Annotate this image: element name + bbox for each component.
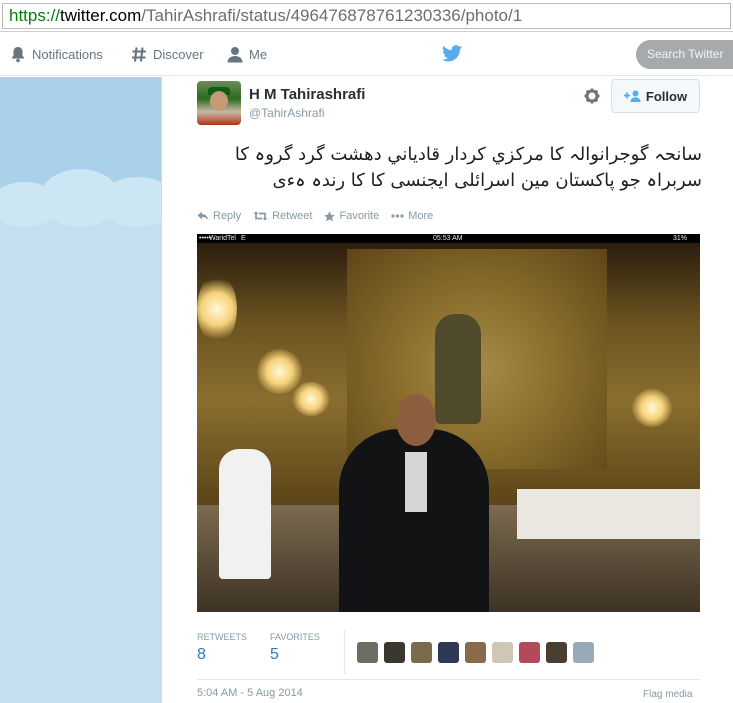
url-field[interactable]: https://twitter.com/TahirAshrafi/status/… [2,3,731,29]
tweet-timestamp[interactable]: 5:04 AM - 5 Aug 2014 [197,687,303,699]
stats-divider [344,630,345,674]
follow-label: Follow [645,88,688,104]
photo-man-head [396,394,436,446]
retweets-label: RETWEETS [197,632,248,642]
bell-icon [11,47,25,63]
retweets-stat[interactable]: RETWEETS 8 [197,632,247,664]
more-label: More [408,210,434,222]
hashtag-icon [132,47,146,62]
favoriter-avatar[interactable] [384,642,405,663]
user-icon [227,47,243,63]
tweet-text: سانحہ گوجرانوالہ کا مرکزي کردار قادياني … [234,144,702,191]
more-button[interactable]: More [391,208,433,224]
photo-chandelier [197,274,237,344]
nav-notifications[interactable]: Notifications [10,33,103,76]
url-host: twitter.com [60,6,142,25]
retweet-icon [253,211,268,221]
photo-mosaic-figure [435,314,481,424]
photo-waiter [219,449,271,579]
author-username[interactable]: @TahirAshrafi [249,106,325,120]
flag-media-link[interactable]: Flag media [643,689,692,700]
retweet-button[interactable]: Retweet [253,208,312,224]
favorites-stat[interactable]: FAVORITES 5 [270,632,320,664]
tweet-panel: H M Tahirashrafi @TahirAshrafi Follow سا… [162,77,733,703]
photo-network: E [241,235,246,242]
favoriter-avatar[interactable] [519,642,540,663]
favoriter-avatar[interactable] [411,642,432,663]
favoriter-avatars [357,642,600,663]
photo-lamp [632,389,672,427]
star-icon [324,210,336,221]
reply-icon [197,211,209,221]
url-scheme: https:// [9,6,61,25]
nav-discover[interactable]: Discover [131,33,204,76]
photo-phone-statusbar: ••••• WaridTel E 05:53 AM 31% [197,234,700,243]
avatar[interactable] [197,81,241,125]
retweet-label: Retweet [272,210,313,222]
photo-time: 05:53 AM [433,235,463,242]
photo-carrier: WaridTel [209,235,236,242]
retweets-count: 8 [197,646,206,663]
follow-button[interactable]: Follow [611,79,700,113]
reply-label: Reply [213,210,242,222]
favoriter-avatar[interactable] [492,642,513,663]
nav-me[interactable]: Me [227,33,267,76]
more-dots-icon [391,214,404,218]
favorites-label: FAVORITES [270,632,320,642]
nav-me-label: Me [249,47,268,62]
favoriter-avatar[interactable] [465,642,486,663]
favoriter-avatar[interactable] [438,642,459,663]
favoriter-avatar[interactable] [573,642,594,663]
tweet-actions: Reply Retweet Favorite More [197,208,445,224]
profile-background [0,77,161,703]
photo-banquet-table [517,489,700,539]
top-navigation: Notifications Discover Me Search Twitter [0,33,733,76]
twitter-bird-logo[interactable] [442,45,462,62]
browser-address-bar[interactable]: https://twitter.com/TahirAshrafi/status/… [0,0,733,32]
photo-lamp [257,349,302,394]
favoriter-avatar[interactable] [546,642,567,663]
avatar-face [210,91,228,111]
gear-icon[interactable] [584,88,600,104]
author-fullname[interactable]: H M Tahirashrafi [249,86,365,103]
search-input[interactable]: Search Twitter [636,40,733,69]
tweet-photo[interactable]: ••••• WaridTel E 05:53 AM 31% [197,234,700,612]
favorite-button[interactable]: Favorite [324,208,379,224]
nav-notifications-label: Notifications [32,47,103,62]
photo-shirt [405,452,427,512]
photo-lamp [292,382,330,416]
favoriter-avatar[interactable] [357,642,378,663]
reply-button[interactable]: Reply [197,208,241,224]
add-user-icon [623,90,641,102]
background-lower [0,202,161,703]
favorite-label: Favorite [339,210,380,222]
favorites-count: 5 [270,646,279,663]
photo-battery: 31% [673,235,688,242]
url-path: /TahirAshrafi/status/496476878761230336/… [141,6,523,25]
nav-discover-label: Discover [153,47,204,62]
footer-divider [197,679,700,680]
